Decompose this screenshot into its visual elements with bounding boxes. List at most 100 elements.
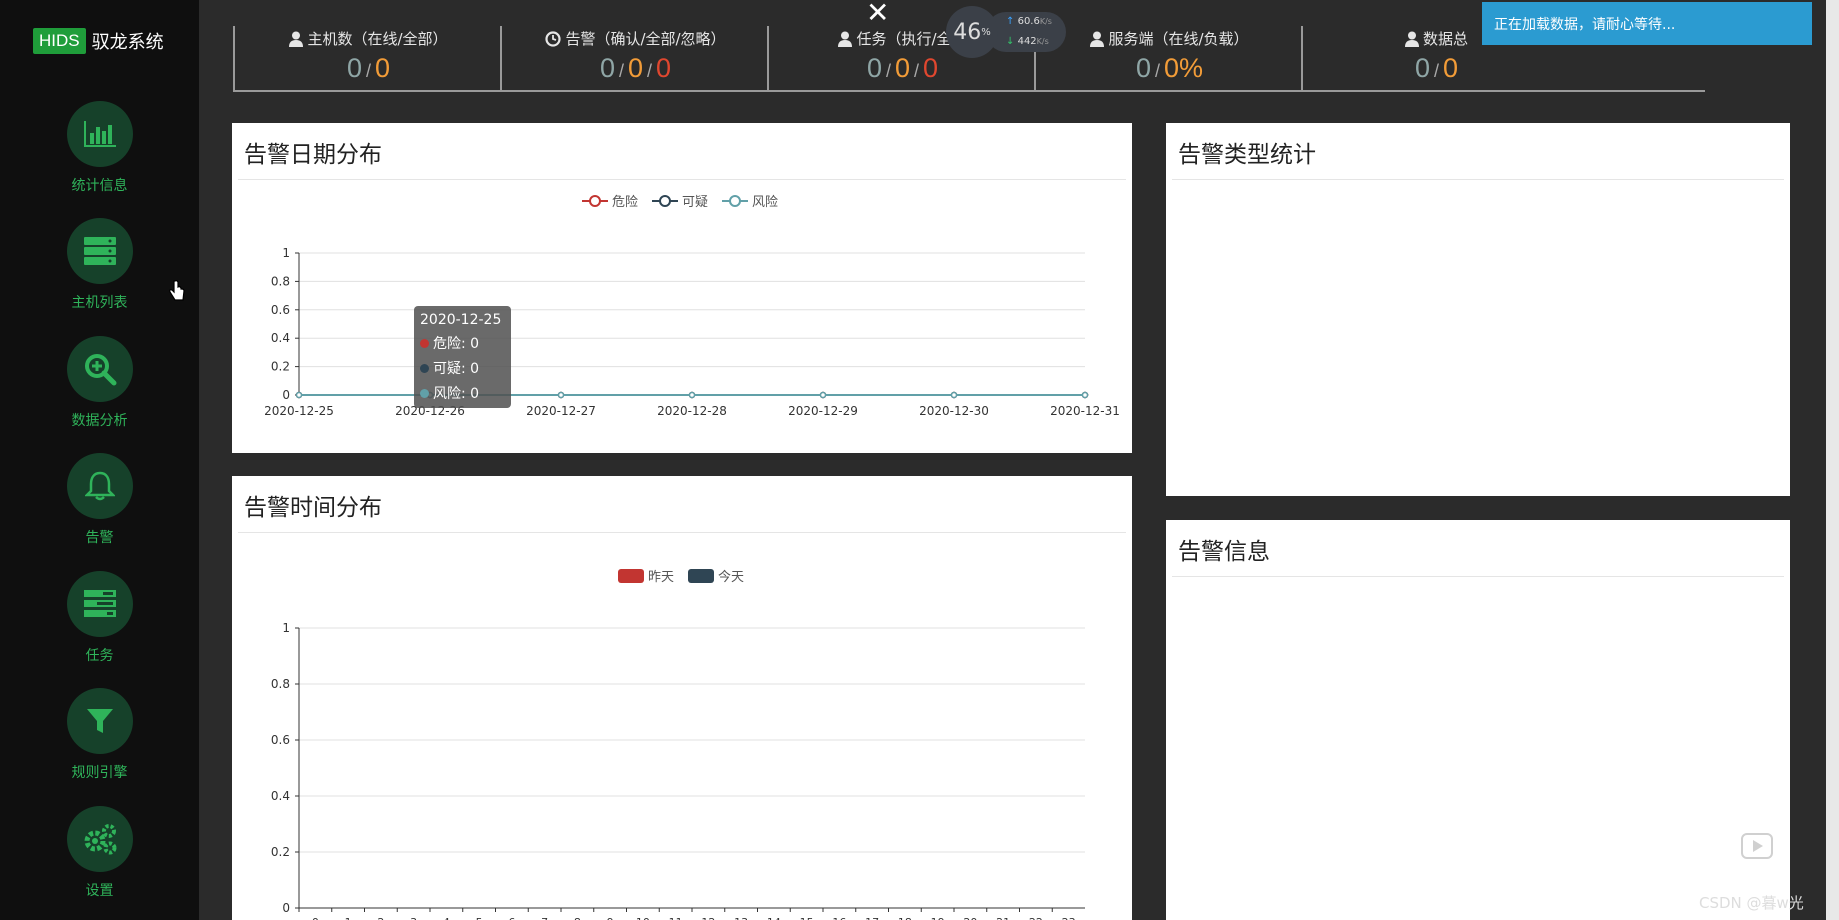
clock-icon xyxy=(545,30,562,47)
tooltip-label: 危险: 0 xyxy=(433,336,480,352)
x-tick-label: 2020-12-25 xyxy=(264,404,334,418)
stat-value: 0 xyxy=(923,53,939,83)
network-speed-widget[interactable]: ↑ 60.6K/s ↓ 442K/s 46% xyxy=(946,6,1066,58)
stat-value: 0 xyxy=(346,53,362,83)
sidebar: HIDS 驭龙系统 统计信息 主机列表 数据分析 告警 任务 规则引擎 设置 xyxy=(0,0,199,920)
stat-value: 0% xyxy=(1164,53,1204,83)
sidebar-item-data-analysis[interactable]: 数据分析 xyxy=(0,336,199,430)
x-tick-label: 14 xyxy=(767,916,781,920)
x-tick-label: 19 xyxy=(931,916,945,920)
x-tick-label: 2020-12-31 xyxy=(1050,404,1120,418)
scrollbar[interactable] xyxy=(1826,0,1839,920)
panel-alert-time-distribution: 告警时间分布 昨天 今天 00.20.40.60.810123456789101… xyxy=(232,476,1132,920)
sidebar-item-tasks[interactable]: 任务 xyxy=(0,571,199,665)
panel-title: 告警类型统计 xyxy=(1172,123,1784,180)
upload-unit: K/s xyxy=(1039,17,1052,26)
x-tick-label: 23 xyxy=(1062,916,1076,920)
x-tick-label: 0 xyxy=(312,916,319,920)
data-point xyxy=(1081,391,1089,399)
stat-title: 告警（确认/全部/忽略） xyxy=(565,30,726,48)
upload-speed: 60.6 xyxy=(1017,16,1040,27)
y-tick-label: 1 xyxy=(282,621,290,635)
line-chart: 00.20.40.60.812020-12-25 2020-12-26 2020-1… xyxy=(264,246,1120,418)
stat-title: 服务端（在线/负载） xyxy=(1108,30,1249,48)
play-video-button[interactable] xyxy=(1724,818,1790,874)
stat-alerts: 告警（确认/全部/忽略） 0/0/0 xyxy=(500,26,769,90)
app-logo[interactable]: HIDS 驭龙系统 xyxy=(33,28,164,54)
x-tick-label: 13 xyxy=(734,916,748,920)
y-tick-label: 0 xyxy=(282,388,290,402)
y-tick-label: 1 xyxy=(282,246,290,260)
cpu-unit: % xyxy=(981,26,991,38)
download-speed: 442 xyxy=(1017,36,1037,47)
upload-arrow-icon: ↑ xyxy=(1006,16,1015,27)
x-tick-label: 11 xyxy=(669,916,683,920)
play-icon xyxy=(1741,833,1773,859)
panel-title: 告警信息 xyxy=(1172,520,1784,577)
x-tick-label: 5 xyxy=(476,916,483,920)
stat-value: 0 xyxy=(1443,53,1459,83)
panel-alert-type-stats: 告警类型统计 xyxy=(1166,123,1790,496)
x-tick-label: 6 xyxy=(508,916,515,920)
tooltip-dot-icon xyxy=(420,363,429,373)
x-tick-label: 2 xyxy=(377,916,384,920)
x-tick-label: 2020-12-30 xyxy=(919,404,989,418)
stat-value: 0 xyxy=(894,53,911,83)
y-tick-label: 0.8 xyxy=(271,274,290,288)
download-arrow-icon: ↓ xyxy=(1006,36,1015,47)
sidebar-label: 统计信息 xyxy=(71,178,128,194)
server-icon xyxy=(66,218,133,284)
sidebar-item-rule-engine[interactable]: 规则引擎 xyxy=(0,688,199,782)
tooltip-dot-icon xyxy=(420,338,429,348)
sidebar-item-settings[interactable]: 设置 xyxy=(0,806,199,900)
tooltip-label: 风险: 0 xyxy=(433,386,480,402)
sidebar-item-statistics[interactable]: 统计信息 xyxy=(0,101,199,195)
y-tick-label: 0.2 xyxy=(271,360,290,374)
x-tick-label: 21 xyxy=(996,916,1010,920)
search-plus-icon xyxy=(66,336,133,402)
stat-value: 0 xyxy=(1414,53,1430,83)
sidebar-label: 任务 xyxy=(85,648,114,664)
y-tick-label: 0.8 xyxy=(271,677,290,691)
sidebar-item-alerts[interactable]: 告警 xyxy=(0,453,199,547)
cpu-usage-circle: 46% xyxy=(946,6,998,58)
tooltip-label: 可疑: 0 xyxy=(433,361,480,377)
data-point xyxy=(950,391,958,399)
sidebar-label: 告警 xyxy=(85,530,114,546)
x-tick-label: 18 xyxy=(898,916,912,920)
download-unit: K/s xyxy=(1036,37,1049,46)
tasks-icon xyxy=(66,571,133,637)
tooltip-dot-icon xyxy=(420,388,429,398)
x-tick-label: 20 xyxy=(963,916,977,920)
x-tick-label: 12 xyxy=(701,916,715,920)
y-tick-label: 0.4 xyxy=(271,789,290,803)
data-point xyxy=(295,391,303,399)
y-tick-label: 0.6 xyxy=(271,303,290,317)
stat-servers: 服务端（在线/负载） 0/0% xyxy=(1034,26,1303,90)
data-point xyxy=(688,391,696,399)
sidebar-label: 数据分析 xyxy=(71,413,128,429)
bar-chart: 00.20.40.60.8101234567891011121314151617… xyxy=(271,621,1085,920)
x-tick-label: 2020-12-27 xyxy=(526,404,596,418)
app-name: 驭龙系统 xyxy=(91,32,164,53)
stat-value: 0 xyxy=(866,53,882,83)
user-icon xyxy=(838,31,853,47)
sidebar-label: 设置 xyxy=(85,883,114,899)
x-tick-label: 17 xyxy=(865,916,879,920)
x-tick-label: 22 xyxy=(1029,916,1043,920)
user-icon xyxy=(1090,31,1105,47)
user-icon xyxy=(289,31,304,47)
x-tick-label: 16 xyxy=(832,916,846,920)
y-tick-label: 0 xyxy=(282,901,290,915)
user-icon xyxy=(1404,31,1419,47)
x-tick-label: 2020-12-28 xyxy=(657,404,727,418)
close-icon[interactable]: ✕ xyxy=(866,0,889,29)
panel-alert-date-distribution: 告警日期分布 危险 可疑 风险 0 0.2 0.4 0.6 0.8 1 2020-12-25… xyxy=(232,123,1132,453)
stat-value: 0 xyxy=(599,53,615,83)
x-tick-label: 7 xyxy=(541,916,548,920)
x-tick-label: 15 xyxy=(800,916,814,920)
x-tick-label: 9 xyxy=(607,916,614,920)
bell-icon xyxy=(66,453,133,519)
x-tick-label: 2020-12-29 xyxy=(788,404,858,418)
stat-value: 0 xyxy=(656,53,672,83)
